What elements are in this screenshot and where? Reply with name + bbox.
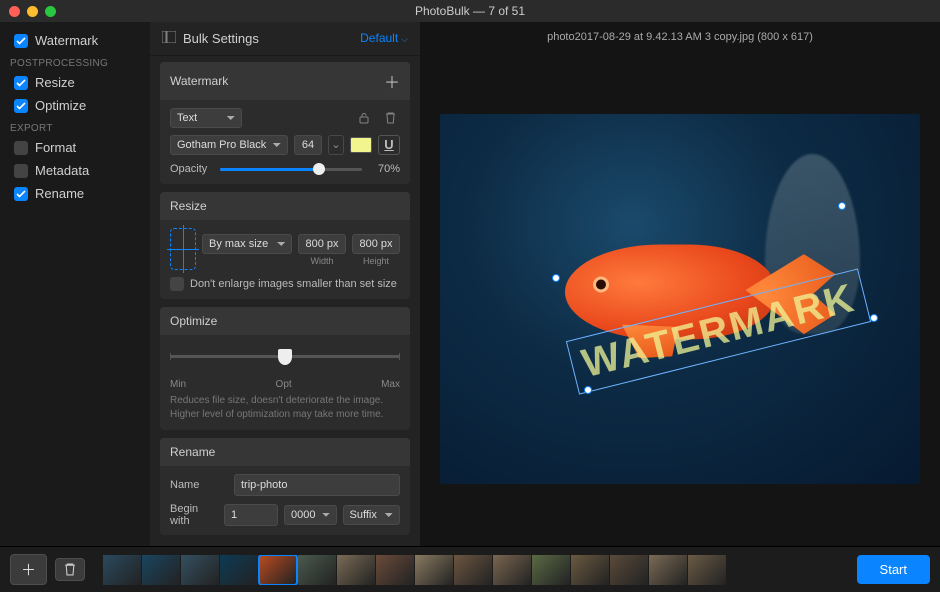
preset-dropdown[interactable]: Default⌵: [360, 31, 408, 45]
thumbnail[interactable]: [415, 555, 453, 585]
sidebar-item-label: Rename: [35, 186, 84, 201]
panel-title: Optimize: [170, 314, 217, 328]
thumbnail[interactable]: [220, 555, 258, 585]
add-images-button[interactable]: ＋: [10, 554, 47, 585]
panel-title: Rename: [170, 445, 215, 459]
thumbnail[interactable]: [142, 555, 180, 585]
window-title: PhotoBulk — 7 of 51: [0, 4, 940, 18]
sidebar-item-label: Metadata: [35, 163, 89, 178]
optimize-slider[interactable]: [170, 347, 400, 375]
thumbnail[interactable]: [337, 555, 375, 585]
preview-area: photo2017-08-29 at 9.42.13 AM 3 copy.jpg…: [420, 22, 940, 546]
height-label: Height: [352, 256, 400, 266]
sidebar-item-label: Watermark: [35, 33, 98, 48]
rename-panel: Rename Name Begin with 0000 Suffix: [160, 438, 410, 535]
unlock-icon[interactable]: [354, 109, 374, 127]
opacity-slider[interactable]: [220, 162, 362, 176]
chevron-down-icon[interactable]: ⌄: [328, 135, 344, 155]
sidebar-item-watermark[interactable]: Watermark: [0, 29, 150, 52]
thumbnail[interactable]: [610, 555, 648, 585]
thumbnail[interactable]: [493, 555, 531, 585]
underline-button[interactable]: U: [378, 135, 400, 155]
settings-header: Bulk Settings: [183, 31, 360, 46]
height-input[interactable]: 800 px: [352, 234, 400, 254]
name-label: Name: [170, 479, 228, 491]
thumbnail[interactable]: [454, 555, 492, 585]
watermark-type-select[interactable]: Text: [170, 108, 242, 128]
begin-with-input[interactable]: [224, 504, 278, 526]
thumbnail[interactable]: [532, 555, 570, 585]
thumbnail[interactable]: [181, 555, 219, 585]
optimize-panel: Optimize MinOptMax Reduces file size, do…: [160, 307, 410, 430]
settings-column: Bulk Settings Default⌵ Watermark ＋ Text G…: [150, 22, 420, 546]
preview-image[interactable]: WATERMARK: [440, 114, 920, 484]
delete-image-button[interactable]: [55, 558, 85, 581]
sidebar-item-rename[interactable]: Rename: [0, 182, 150, 205]
thumbnail[interactable]: [571, 555, 609, 585]
width-label: Width: [298, 256, 346, 266]
panel-title: Resize: [170, 199, 207, 213]
resize-panel: Resize By max size 800 px Width 800 px Hei…: [160, 192, 410, 299]
bottom-bar: ＋ Start: [0, 546, 940, 592]
watermark-panel: Watermark ＋ Text Gotham Pro Black 64 ⌄ U: [160, 62, 410, 184]
opacity-label: Opacity: [170, 163, 214, 175]
position-select[interactable]: Suffix: [343, 505, 400, 525]
name-input[interactable]: [234, 474, 400, 496]
sidebar: Watermark POSTPROCESSING Resize Optimize EX…: [0, 22, 150, 546]
dont-enlarge-label: Don't enlarge images smaller than set si…: [190, 278, 397, 290]
begin-with-label: Begin with: [170, 503, 218, 527]
layout-icon: [162, 31, 176, 46]
digits-select[interactable]: 0000: [284, 505, 337, 525]
resize-mode-select[interactable]: By max size: [202, 234, 292, 254]
width-input[interactable]: 800 px: [298, 234, 346, 254]
sidebar-item-optimize[interactable]: Optimize: [0, 94, 150, 117]
sidebar-item-metadata[interactable]: Metadata: [0, 159, 150, 182]
titlebar: PhotoBulk — 7 of 51: [0, 0, 940, 22]
thumbnail[interactable]: [376, 555, 414, 585]
sidebar-item-label: Resize: [35, 75, 75, 90]
checkbox-icon[interactable]: [14, 34, 28, 48]
sidebar-item-format[interactable]: Format: [0, 136, 150, 159]
checkbox-icon[interactable]: [14, 99, 28, 113]
dont-enlarge-checkbox[interactable]: [170, 277, 184, 291]
start-button[interactable]: Start: [857, 555, 930, 584]
checkbox-icon[interactable]: [14, 187, 28, 201]
sidebar-group-header: POSTPROCESSING: [0, 52, 150, 71]
panel-title: Watermark: [170, 74, 228, 88]
thumbnail[interactable]: [649, 555, 687, 585]
opacity-value: 70%: [368, 163, 400, 175]
preview-filename: photo2017-08-29 at 9.42.13 AM 3 copy.jpg…: [420, 22, 940, 52]
thumbnail[interactable]: [103, 555, 141, 585]
optimize-help: Reduces file size, doesn't deteriorate t…: [170, 394, 400, 422]
add-watermark-button[interactable]: ＋: [384, 69, 400, 93]
font-select[interactable]: Gotham Pro Black: [170, 135, 288, 155]
trash-icon[interactable]: [380, 109, 400, 127]
sidebar-group-header: EXPORT: [0, 117, 150, 136]
sidebar-item-label: Optimize: [35, 98, 86, 113]
sidebar-item-label: Format: [35, 140, 76, 155]
color-swatch[interactable]: [350, 137, 372, 153]
sidebar-item-resize[interactable]: Resize: [0, 71, 150, 94]
thumbnail[interactable]: [259, 555, 297, 585]
resize-mode-icon[interactable]: [170, 228, 196, 270]
checkbox-icon[interactable]: [14, 164, 28, 178]
font-size-input[interactable]: 64: [294, 135, 322, 155]
checkbox-icon[interactable]: [14, 141, 28, 155]
thumbnail[interactable]: [688, 555, 726, 585]
checkbox-icon[interactable]: [14, 76, 28, 90]
thumbnail-strip: [103, 555, 839, 585]
thumbnail[interactable]: [298, 555, 336, 585]
